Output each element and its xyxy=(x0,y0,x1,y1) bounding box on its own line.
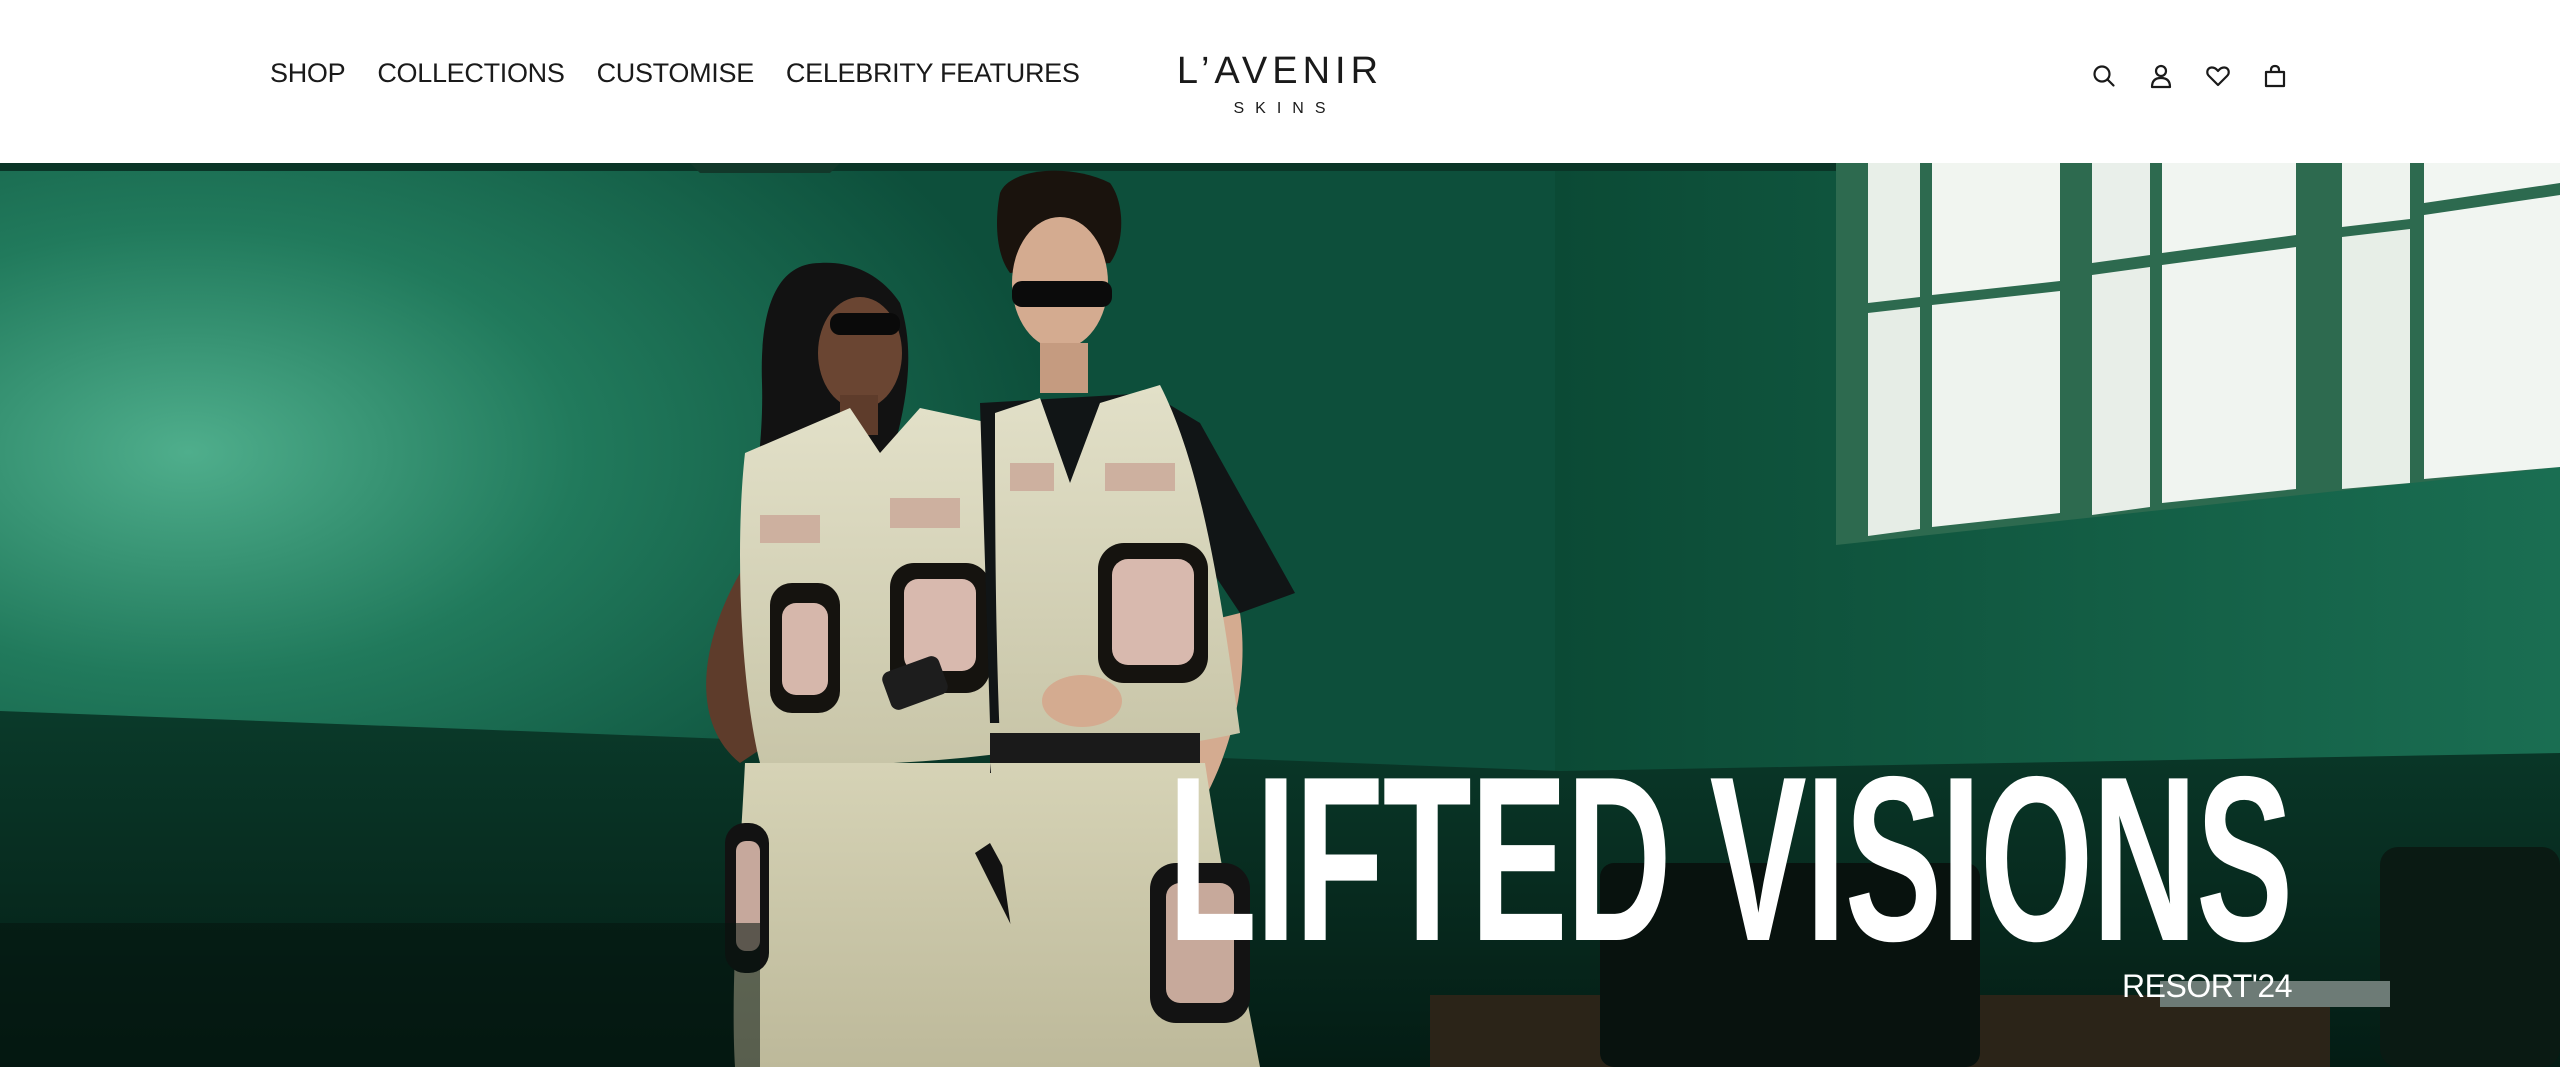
wishlist-icon[interactable] xyxy=(2204,62,2232,90)
brand-logo[interactable]: L’AVENIR SKINS xyxy=(1170,52,1390,118)
brand-logo-subtitle: SKINS xyxy=(1233,100,1337,117)
nav-item-shop[interactable]: SHOP xyxy=(270,58,346,89)
nav-item-customise[interactable]: CUSTOMISE xyxy=(597,58,755,89)
nav-item-collections[interactable]: COLLECTIONS xyxy=(377,58,565,89)
brand-logo-name: L’AVENIR xyxy=(1176,50,1384,92)
hero-banner[interactable]: LIFTED VISIONS RESORT'24 xyxy=(0,163,2560,1067)
site-header: SHOP COLLECTIONS CUSTOMISE CELEBRITY FEA… xyxy=(0,0,2560,163)
hero-subtitle: RESORT'24 xyxy=(2122,968,2292,1004)
nav-item-celebrity-features[interactable]: CELEBRITY FEATURES xyxy=(786,58,1080,89)
cart-icon[interactable] xyxy=(2261,62,2289,90)
main-nav: SHOP COLLECTIONS CUSTOMISE CELEBRITY FEA… xyxy=(270,58,1080,89)
hero-title: LIFTED VISIONS xyxy=(1167,727,2293,990)
search-icon[interactable] xyxy=(2090,62,2118,90)
header-actions xyxy=(2090,62,2289,90)
account-icon[interactable] xyxy=(2147,62,2175,90)
